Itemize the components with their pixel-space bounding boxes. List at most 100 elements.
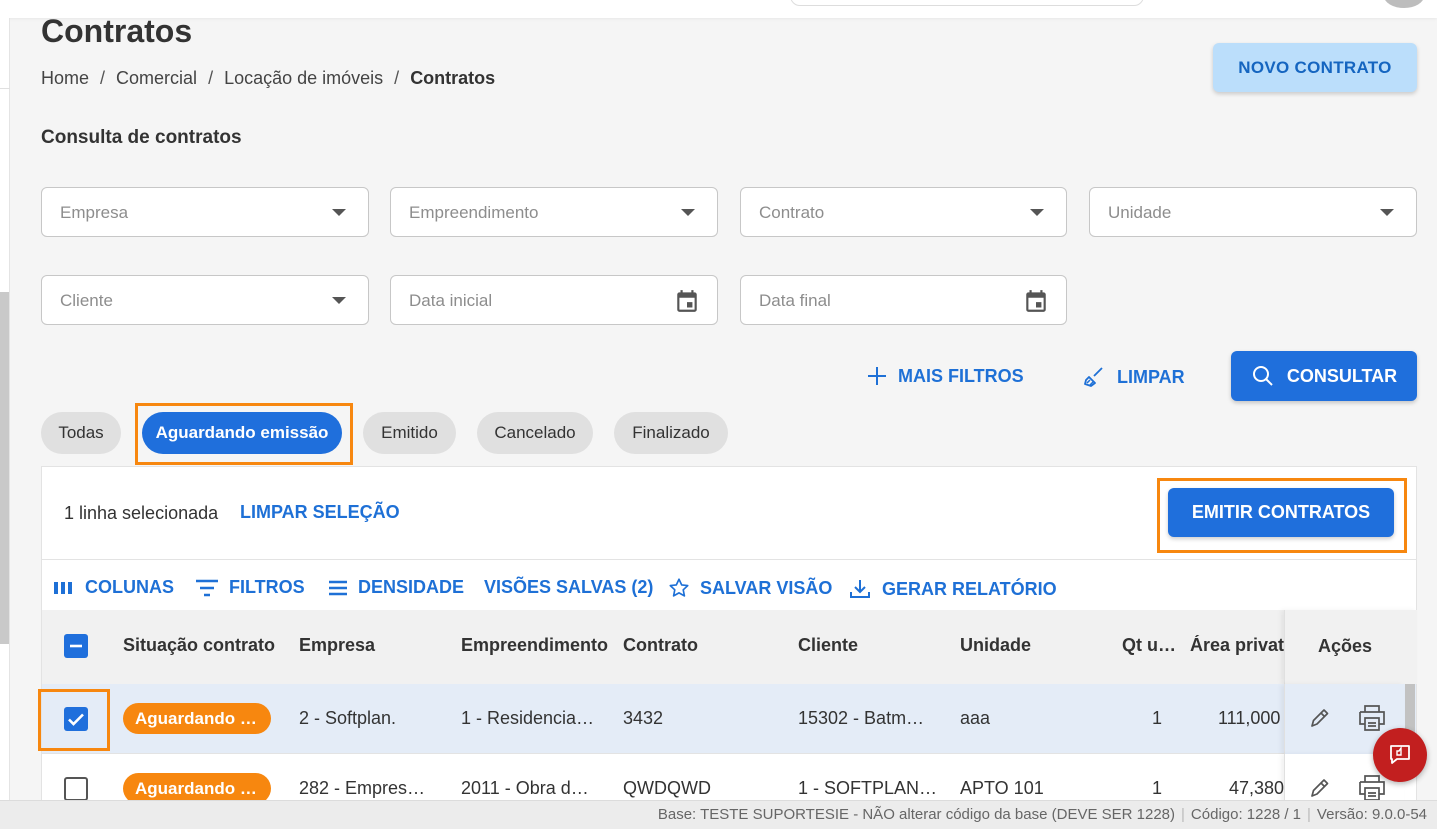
saved-views-button[interactable]: VISÕES SALVAS (2) xyxy=(484,577,653,598)
filters-label: FILTROS xyxy=(229,577,305,597)
data-final-placeholder: Data final xyxy=(759,291,831,310)
cell-empresa: 2 - Softplan. xyxy=(299,708,397,728)
column-header-empresa[interactable]: Empresa xyxy=(299,635,375,656)
empreendimento-select[interactable]: Empreendimento xyxy=(390,187,718,237)
new-contract-button[interactable]: NOVO CONTRATO xyxy=(1213,43,1417,92)
highlight-box xyxy=(38,689,110,751)
side-navigation-scrollbar[interactable] xyxy=(0,292,9,644)
cell-area: 47,380 xyxy=(1229,778,1284,798)
report-label: GERAR RELATÓRIO xyxy=(882,578,1057,599)
cell-cliente: 15302 - Batm… xyxy=(798,708,925,728)
cell-contrato: QWDQWD xyxy=(623,778,711,798)
highlight-box xyxy=(1157,478,1407,553)
column-header-cliente[interactable]: Cliente xyxy=(798,635,858,656)
clear-filters-button[interactable]: LIMPAR xyxy=(1083,365,1185,389)
cell-unidade: aaa xyxy=(960,708,991,728)
more-filters-label: MAIS FILTROS xyxy=(898,365,1024,386)
column-header-unidade[interactable]: Unidade xyxy=(960,635,1031,656)
calendar-icon[interactable] xyxy=(1023,288,1049,319)
footer-versao: Versão: 9.0.0-54 xyxy=(1316,806,1427,823)
footer-info: Base: TESTE SUPORTESIE - NÃO alterar cód… xyxy=(658,806,1427,823)
column-header-situacao[interactable]: Situação contrato xyxy=(123,635,275,656)
column-header-qt[interactable]: Qt u… xyxy=(1122,635,1176,656)
column-header-acoes: Ações xyxy=(1318,636,1373,656)
contrato-select[interactable]: Contrato xyxy=(740,187,1067,237)
tab-cancelado[interactable]: Cancelado xyxy=(477,412,593,454)
tab-emitido[interactable]: Emitido xyxy=(363,412,456,454)
chevron-down-icon xyxy=(332,297,346,304)
cell-empreendimento: 1 - Residencia… xyxy=(461,708,595,728)
section-title: Consulta de contratos xyxy=(41,127,242,148)
feedback-icon xyxy=(1390,745,1410,764)
breadcrumb-comercial[interactable]: Comercial xyxy=(116,68,197,88)
clear-selection-link[interactable]: LIMPAR SELEÇÃO xyxy=(240,502,400,523)
unidade-select[interactable]: Unidade xyxy=(1089,187,1417,237)
filter-icon xyxy=(196,579,218,596)
breadcrumb-separator: / xyxy=(394,68,400,88)
breadcrumb-separator: / xyxy=(100,68,106,88)
data-final-field[interactable]: Data final xyxy=(740,275,1067,325)
cell-empresa: 282 - Empres… xyxy=(299,778,426,798)
breadcrumb-current: Contratos xyxy=(410,68,496,88)
tab-todas[interactable]: Todas xyxy=(41,412,121,454)
download-icon xyxy=(850,580,870,598)
cell-empreendimento: 2011 - Obra d… xyxy=(461,778,589,798)
footer-divider: | xyxy=(1181,806,1185,823)
cell-contrato: 3432 xyxy=(623,708,664,728)
density-label: DENSIDADE xyxy=(358,577,465,597)
select-all-checkbox[interactable] xyxy=(64,634,88,658)
star-icon xyxy=(669,578,689,597)
save-view-label: SALVAR VISÃO xyxy=(700,577,833,598)
density-icon xyxy=(329,580,347,595)
clear-filters-label: LIMPAR xyxy=(1117,366,1185,387)
calendar-icon[interactable] xyxy=(674,288,700,319)
cliente-select[interactable]: Cliente xyxy=(41,275,369,325)
cell-area: 111,000 xyxy=(1218,708,1281,728)
data-inicial-field[interactable]: Data inicial xyxy=(390,275,718,325)
chevron-down-icon xyxy=(1030,209,1044,216)
cell-cliente: 1 - SOFTPLAN… xyxy=(798,778,938,798)
selection-count: 1 linha selecionada xyxy=(64,503,219,523)
report-button[interactable]: GERAR RELATÓRIO xyxy=(848,577,1057,601)
footer-divider: | xyxy=(1307,806,1311,823)
columns-button[interactable]: COLUNAS xyxy=(53,577,174,598)
empresa-placeholder: Empresa xyxy=(60,203,129,222)
cliente-placeholder: Cliente xyxy=(60,291,113,310)
column-header-empreendimento[interactable]: Empreendimento xyxy=(461,635,608,656)
edit-icon[interactable] xyxy=(1307,705,1331,736)
tab-finalizado[interactable]: Finalizado xyxy=(614,412,728,454)
column-header-area[interactable]: Área privat xyxy=(1190,635,1284,656)
app-top-bar xyxy=(0,0,1437,18)
indeterminate-icon xyxy=(70,644,82,648)
search-button[interactable]: CONSULTAR xyxy=(1231,351,1417,401)
broom-icon xyxy=(1084,367,1103,387)
breadcrumb-separator: / xyxy=(208,68,214,88)
print-icon[interactable] xyxy=(1357,704,1387,737)
column-header-contrato[interactable]: Contrato xyxy=(623,635,698,656)
density-button[interactable]: DENSIDADE xyxy=(328,577,464,598)
unidade-placeholder: Unidade xyxy=(1108,203,1172,222)
feedback-button[interactable] xyxy=(1373,728,1427,782)
chevron-down-icon xyxy=(332,209,346,216)
breadcrumb: Home / Comercial / Locação de imóveis / Contra… xyxy=(41,68,495,89)
columns-label: COLUNAS xyxy=(85,577,174,597)
search-icon xyxy=(1252,366,1273,386)
cell-qt: 1 xyxy=(1152,708,1163,728)
empreendimento-placeholder: Empreendimento xyxy=(409,203,539,222)
filters-button[interactable]: FILTROS xyxy=(195,577,305,598)
plus-icon xyxy=(868,367,886,385)
breadcrumb-locacao[interactable]: Locação de imóveis xyxy=(224,68,383,88)
search-button-label: CONSULTAR xyxy=(1286,365,1398,386)
breadcrumb-home[interactable]: Home xyxy=(41,68,89,88)
cell-qt: 1 xyxy=(1152,778,1163,798)
highlight-box xyxy=(135,403,353,465)
global-search-input[interactable] xyxy=(790,0,1144,6)
row-checkbox[interactable] xyxy=(64,777,88,801)
page-title: Contratos xyxy=(41,13,193,49)
chevron-down-icon xyxy=(1380,209,1394,216)
more-filters-button[interactable]: MAIS FILTROS xyxy=(866,365,1024,387)
save-view-button[interactable]: SALVAR VISÃO xyxy=(668,577,832,599)
empresa-select[interactable]: Empresa xyxy=(41,187,369,237)
columns-icon xyxy=(54,581,72,594)
contrato-placeholder: Contrato xyxy=(759,203,825,222)
